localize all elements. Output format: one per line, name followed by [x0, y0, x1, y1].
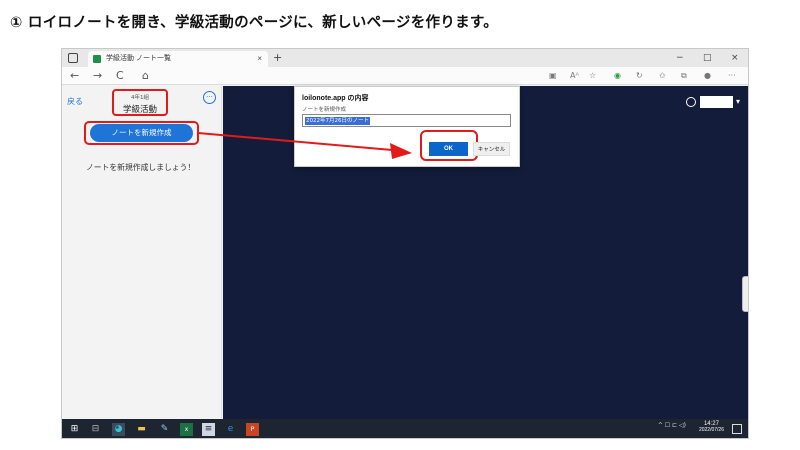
excel-icon[interactable]: x — [180, 423, 193, 436]
tab-actions-icon[interactable] — [68, 53, 78, 63]
tab-title: 学級活動 ノート一覧 — [106, 55, 171, 62]
note-name-input[interactable]: 2022年7月26日のノート — [302, 114, 511, 127]
note-name-value: 2022年7月26日のノート — [305, 117, 370, 125]
ok-button[interactable]: OK — [429, 142, 468, 156]
minimize-button[interactable]: − — [676, 51, 684, 65]
powerpoint-icon[interactable]: P — [246, 423, 259, 436]
more-horizontal-icon[interactable]: ··· — [203, 91, 216, 104]
windows-start-icon[interactable]: ⊞ — [68, 423, 81, 436]
forward-arrow-icon[interactable]: → — [93, 68, 102, 84]
class-name: 学級活動 — [122, 105, 157, 115]
sidebar: 戻る 4年1組 学級活動 ··· ノートを新規作成 ノートを新規作成しましょう！ — [62, 86, 222, 419]
tab-close-icon[interactable]: × — [257, 51, 262, 67]
create-note-button[interactable]: ノートを新規作成 — [90, 124, 193, 142]
notepad-icon[interactable]: ≡ — [202, 423, 215, 436]
create-note-dialog: loilonote.app の内容 ノートを新規作成 2022年7月26日のノー… — [294, 86, 520, 167]
edge-icon[interactable]: ◕ — [112, 423, 125, 436]
back-arrow-icon[interactable]: ← — [70, 68, 79, 84]
new-tab-button[interactable]: + — [273, 50, 282, 66]
class-header[interactable]: 4年1組 学級活動 — [112, 89, 168, 116]
account-menu[interactable]: ▾ — [685, 91, 740, 110]
address-bar: ← → C ⌂ ▣ Aᴬ ☆ ◉ ↻ ✩ ⧉ ● ··· — [62, 67, 748, 85]
clock[interactable]: 14:27 2022/07/26 — [699, 421, 724, 433]
cancel-button[interactable]: キャンセル — [473, 142, 510, 156]
clock-date: 2022/07/26 — [698, 427, 724, 433]
avatar-icon — [685, 96, 696, 107]
home-icon[interactable]: ⌂ — [142, 68, 149, 84]
tab-strip: 学級活動 ノート一覧 × + − □ × — [62, 49, 748, 67]
back-link[interactable]: 戻る — [67, 96, 83, 107]
dialog-label: ノートを新規作成 — [302, 107, 347, 113]
system-tray[interactable]: ^ ☐ ⊏ ◁) — [658, 422, 686, 429]
font-icon[interactable]: Aᴬ — [570, 69, 579, 83]
user-name-redacted — [699, 95, 733, 108]
read-mode-icon[interactable]: ▣ — [549, 69, 557, 83]
taskbar: ⊞ ⊟ ◕ ▬ ✎ x ≡ e P ^ ☐ ⊏ ◁) 14:27 2022/07… — [62, 419, 748, 438]
screenshot-frame: 学級活動 ノート一覧 × + − □ × ← → C ⌂ ▣ Aᴬ ☆ ◉ ↻ … — [61, 48, 749, 439]
favorites-icon[interactable]: ✩ — [659, 69, 666, 83]
loilonote-favicon-icon — [93, 55, 101, 63]
empty-notes-message: ノートを新規作成しましょう！ — [86, 163, 196, 172]
class-grade: 4年1組 — [131, 95, 149, 101]
paint-icon[interactable]: ✎ — [158, 423, 171, 436]
dialog-title: loilonote.app の内容 — [302, 95, 369, 102]
refresh-icon[interactable]: ↻ — [636, 69, 643, 83]
close-window-button[interactable]: × — [731, 51, 739, 65]
extension-icon[interactable]: ◉ — [614, 69, 621, 83]
task-view-icon[interactable]: ⊟ — [89, 423, 102, 436]
notification-icon[interactable] — [732, 424, 742, 434]
browser-tab[interactable]: 学級活動 ノート一覧 × — [88, 51, 268, 67]
favorite-icon[interactable]: ☆ — [589, 69, 596, 83]
more-icon[interactable]: ··· — [728, 69, 736, 83]
collections-icon[interactable]: ⧉ — [681, 69, 687, 83]
file-explorer-icon[interactable]: ▬ — [135, 423, 148, 436]
restore-button[interactable]: □ — [703, 51, 712, 65]
chevron-down-icon: ▾ — [735, 97, 740, 106]
ie-icon[interactable]: e — [224, 423, 237, 436]
side-panel-handle[interactable] — [742, 276, 748, 312]
profile-icon[interactable]: ● — [704, 69, 711, 83]
page-title: ① ロイロノートを開き、学級活動のページに、新しいページを作ります。 — [10, 15, 499, 31]
reload-icon[interactable]: C — [116, 68, 124, 84]
